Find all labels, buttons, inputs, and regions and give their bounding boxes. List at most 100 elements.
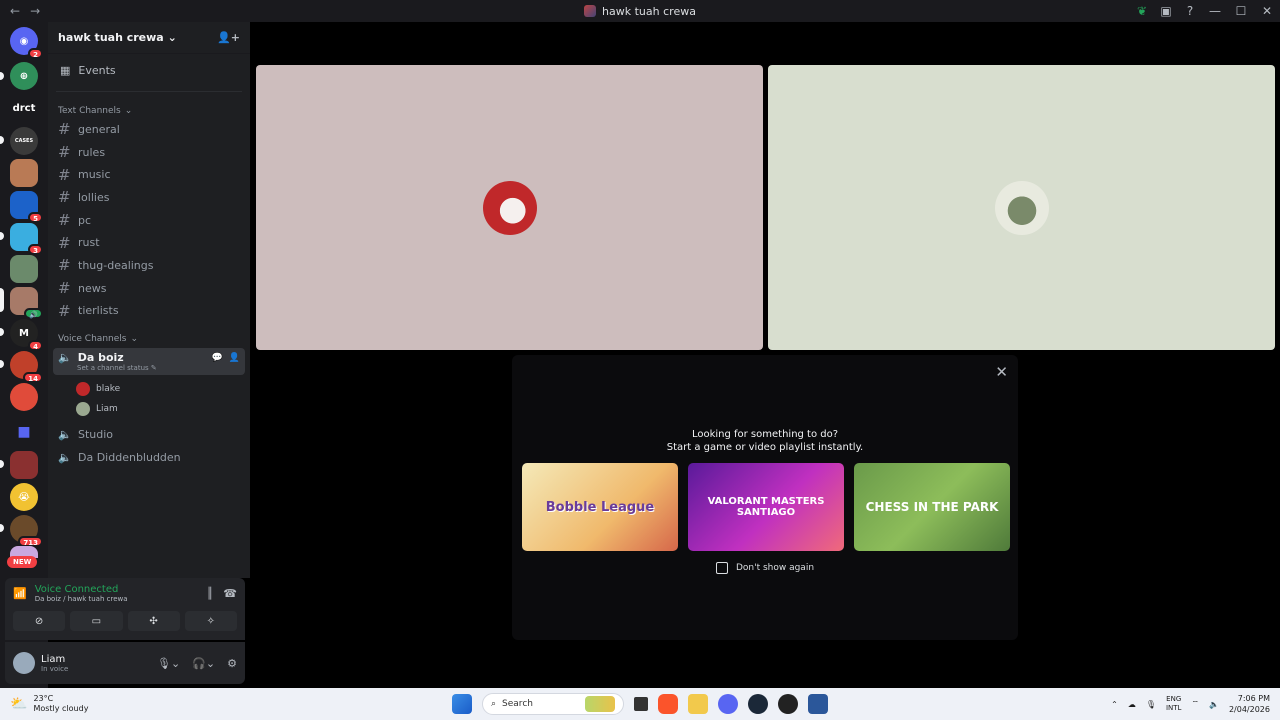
voice-connected-title[interactable]: Voice Connected	[35, 584, 128, 595]
server-emoji[interactable]: 😭	[10, 483, 38, 511]
discord-home-icon[interactable]: ◉ 2	[10, 27, 43, 59]
headphones-icon[interactable]: 🎧⌄	[192, 657, 215, 670]
channel-news[interactable]: # news	[48, 277, 250, 300]
channel-label: rust	[78, 236, 100, 250]
minimize-button[interactable]: —	[1202, 4, 1228, 18]
server-photo[interactable]	[10, 159, 38, 187]
server-game[interactable]: 14	[10, 351, 43, 383]
invite-icon[interactable]: 👤	[229, 353, 240, 363]
folder-icon[interactable]: ■	[10, 418, 38, 446]
clock[interactable]: 7:06 PM 2/04/2026	[1229, 693, 1270, 715]
close-icon[interactable]: ✕	[995, 363, 1008, 381]
taskbar-search[interactable]: ⌕ Search	[482, 693, 624, 715]
steam-icon[interactable]	[748, 694, 768, 714]
word-icon[interactable]	[808, 694, 828, 714]
voice-member-blake[interactable]: blake	[48, 379, 250, 399]
channel-status-prompt[interactable]: Set a channel status ✎	[58, 364, 240, 372]
channel-rust[interactable]: # rust	[48, 231, 250, 254]
chat-bubble-icon[interactable]: 💬	[212, 353, 223, 363]
weather-condition: Mostly cloudy	[33, 704, 89, 713]
avatar[interactable]	[13, 652, 35, 674]
chevron-up-icon[interactable]: ⌃	[1111, 700, 1118, 709]
system-tray: ⌃ ☁ 🎙 ENG INTL ⌔ 🔈 7:06 PM 2/04/2026	[1111, 693, 1270, 715]
channel-music[interactable]: # music	[48, 163, 250, 186]
weather-widget[interactable]: ⛅ 23°C Mostly cloudy	[10, 694, 88, 714]
search-icon: ⌕	[491, 699, 497, 709]
microphone-icon[interactable]: 🎙	[1146, 700, 1156, 709]
server-drct[interactable]: drct	[10, 94, 38, 122]
divider	[56, 91, 242, 92]
channel-label: thug-dealings	[78, 258, 154, 272]
activity-card-valorant-masters[interactable]: VALORANT MASTERS SANTIAGO	[688, 463, 844, 551]
brave-browser-icon[interactable]	[658, 694, 678, 714]
signal-icon[interactable]: 📶	[13, 587, 27, 600]
inbox-icon[interactable]: ▣	[1154, 4, 1178, 18]
task-view-icon[interactable]	[634, 697, 648, 711]
camera-off-button[interactable]: ⊘	[13, 611, 66, 631]
server-brown[interactable]: 713	[10, 515, 43, 547]
onedrive-icon[interactable]: ☁	[1128, 700, 1136, 709]
share-screen-button[interactable]: ▭	[70, 611, 123, 631]
channel-general[interactable]: # general	[48, 118, 250, 141]
noise-suppression-icon[interactable]: ║	[207, 587, 214, 600]
channel-pc[interactable]: # pc	[48, 209, 250, 232]
voice-channel-studio[interactable]: 🔈 Studio	[48, 423, 250, 446]
file-explorer-icon[interactable]	[688, 694, 708, 714]
chevron-down-icon: ⌄	[167, 31, 177, 44]
channel-label: pc	[78, 213, 92, 227]
channel-lollies[interactable]: # lollies	[48, 186, 250, 209]
disconnect-icon[interactable]: ☎	[223, 587, 237, 600]
checkbox[interactable]	[715, 562, 728, 574]
voice-member-liam[interactable]: Liam	[48, 399, 250, 419]
participant-tile-liam[interactable]	[768, 65, 1275, 350]
leaf-icon[interactable]: ❦	[1130, 4, 1154, 18]
language-indicator[interactable]: ENG INTL	[1166, 695, 1181, 713]
invite-people-icon[interactable]: 👤+	[217, 31, 240, 44]
search-highlight-image	[585, 696, 615, 712]
activity-card-bobble-league[interactable]: Bobble League	[522, 463, 678, 551]
wifi-icon[interactable]: ⌔	[1191, 699, 1199, 709]
voice-channel-da-boiz[interactable]: 🔈 Da boiz 💬 👤 Set a channel status ✎	[53, 348, 245, 376]
soundboard-button[interactable]: ✧	[184, 611, 237, 631]
channel-thug-dealings[interactable]: # thug-dealings	[48, 254, 250, 277]
server-cases[interactable]: CASES	[10, 127, 38, 155]
events-link[interactable]: ▦ Events	[48, 54, 250, 85]
channel-label: general	[78, 122, 120, 136]
text-channels-category[interactable]: Text Channels ⌄	[48, 98, 250, 118]
gear-icon[interactable]: ⚙	[227, 657, 237, 670]
help-icon[interactable]: ?	[1178, 4, 1202, 18]
server-person[interactable]	[10, 255, 38, 283]
voice-channel-label: Da Diddenbludden	[78, 450, 181, 464]
channel-rules[interactable]: # rules	[48, 141, 250, 164]
server-globe-icon[interactable]: ⊕	[10, 62, 38, 90]
volume-icon[interactable]: 🔈	[1209, 700, 1219, 709]
channel-tierlists[interactable]: # tierlists	[48, 300, 250, 323]
windows-start-icon[interactable]	[452, 694, 472, 714]
app-icon[interactable]	[778, 694, 798, 714]
unread-pill	[0, 232, 4, 240]
activity-card-chess-in-the-park[interactable]: CHESS IN THE PARK	[854, 463, 1010, 551]
voice-channel-da-diddenbludden[interactable]: 🔈 Da Diddenbludden	[48, 446, 250, 469]
dont-show-again[interactable]: Don't show again	[512, 562, 1018, 574]
server-hawk-tuah-crewa[interactable]: 🔊	[10, 287, 43, 319]
server-flag[interactable]: 5	[10, 191, 43, 223]
server-sky[interactable]: 3	[10, 223, 43, 255]
new-badge: NEW	[7, 556, 38, 568]
discord-taskbar-icon[interactable]	[718, 694, 738, 714]
close-window-button[interactable]: ✕	[1254, 4, 1280, 18]
voice-connected-subtitle[interactable]: Da boiz / hawk tuah crewa	[35, 595, 128, 603]
participant-tile-blake[interactable]	[256, 65, 763, 350]
lang-secondary: INTL	[1165, 704, 1182, 712]
guild-header[interactable]: hawk tuah crewa ⌄ 👤+	[48, 22, 250, 54]
maximize-button[interactable]: ☐	[1228, 4, 1254, 18]
voice-channels-category[interactable]: Voice Channels ⌄	[48, 322, 250, 346]
events-label: Events	[78, 64, 116, 77]
server-m-label: M	[19, 327, 29, 339]
time: 7:06 PM	[1237, 694, 1270, 703]
server-m[interactable]: M4	[10, 319, 43, 351]
server-player[interactable]	[10, 451, 38, 479]
unread-pill	[0, 72, 4, 80]
server-clown[interactable]	[10, 383, 38, 411]
activities-button[interactable]: ✣	[127, 611, 180, 631]
microphone-icon[interactable]: 🎙⌄	[157, 657, 180, 670]
